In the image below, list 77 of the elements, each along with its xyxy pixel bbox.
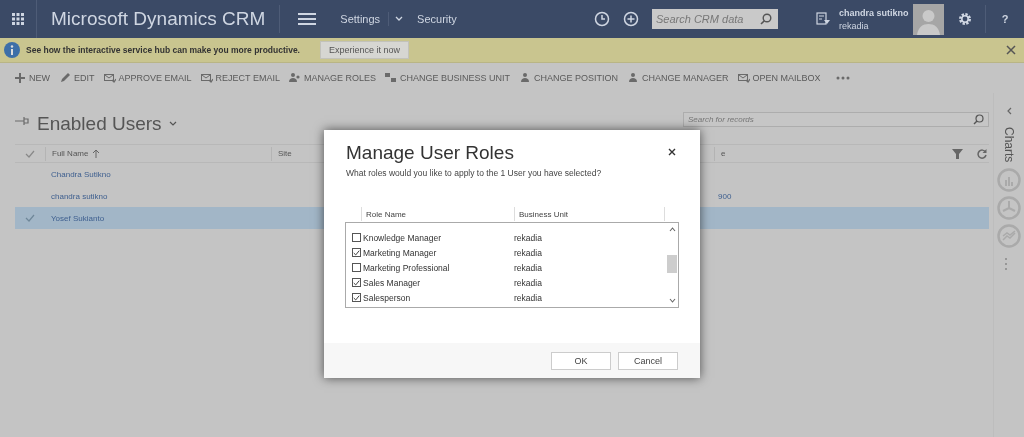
- command-button[interactable]: APPROVE EMAIL: [103, 72, 192, 84]
- business-unit-text: rekadia: [514, 262, 542, 273]
- business-unit-text: rekadia: [514, 247, 542, 258]
- column-header[interactable]: e: [714, 146, 751, 161]
- column-header[interactable]: Business Unit: [514, 207, 665, 221]
- command-button[interactable]: REJECT EMAIL: [200, 72, 280, 84]
- envelope-icon: [737, 72, 750, 84]
- pencil-icon: [59, 72, 71, 84]
- search-icon[interactable]: [973, 114, 984, 125]
- filter-list-icon[interactable]: [816, 12, 830, 26]
- sort-up-arrow-icon: [92, 149, 101, 158]
- command-button[interactable]: EDIT: [59, 72, 95, 84]
- person-icon: [627, 72, 639, 84]
- more-icon[interactable]: [835, 76, 850, 80]
- help-button[interactable]: ?: [986, 13, 1024, 25]
- clock-icon[interactable]: [594, 11, 610, 27]
- business-unit-text: rekadia: [514, 277, 542, 288]
- notification-message: See how the interactive service hub can make you more productive.: [26, 45, 300, 55]
- plus-icon: [14, 72, 26, 84]
- user-name-link[interactable]: Yosef Sukianto: [51, 213, 105, 223]
- command-button[interactable]: MANAGE ROLES: [288, 72, 376, 84]
- command-button[interactable]: NEW: [14, 72, 50, 84]
- view-selector[interactable]: Enabled Users: [37, 113, 177, 135]
- role-checkbox[interactable]: Sales Manager: [352, 277, 514, 288]
- envelope-icon: [200, 72, 213, 84]
- chevron-up-icon: [668, 227, 676, 232]
- business-unit-text: rekadia: [514, 232, 542, 243]
- pane-title: Charts: [1002, 127, 1016, 163]
- chevron-down-icon: [668, 298, 676, 303]
- organization-name: rekadia: [839, 20, 870, 31]
- search-icon[interactable]: [760, 13, 772, 25]
- command-button[interactable]: CHANGE BUSINESS UNIT: [384, 72, 510, 84]
- dialog-title: Manage User Roles: [346, 142, 514, 164]
- scrollbar-thumb[interactable]: [667, 255, 677, 273]
- command-button[interactable]: CHANGE POSITION: [518, 72, 618, 84]
- filter-icon[interactable]: [952, 148, 963, 159]
- user-name: chandra sutikno: [839, 7, 910, 18]
- people-icon: [288, 72, 301, 84]
- column-header[interactable]: Role Name: [361, 207, 514, 221]
- role-checkbox[interactable]: Knowledge Manager: [352, 232, 514, 243]
- role-checkbox[interactable]: Marketing Professional: [352, 262, 514, 273]
- checkmark-icon[interactable]: [25, 214, 35, 222]
- nav-link[interactable]: Settings: [340, 13, 381, 25]
- dialog-prompt: What roles would you like to apply to the 1 User you have selected?: [345, 167, 603, 178]
- grid-icon: [12, 13, 24, 25]
- search-field[interactable]: Search for records: [683, 112, 989, 127]
- refresh-icon[interactable]: [977, 148, 987, 159]
- business-unit-text: rekadia: [514, 292, 542, 303]
- envelope-icon: [103, 72, 116, 84]
- table-cell-link[interactable]: 900: [718, 191, 732, 201]
- role-checkbox[interactable]: Marketing Manager: [352, 247, 514, 258]
- chevron-down-icon[interactable]: [395, 16, 404, 22]
- user-name-link[interactable]: Chandra Sutikno: [51, 169, 111, 179]
- command-button[interactable]: OPEN MAILBOX: [737, 72, 821, 84]
- blocks-icon: [384, 72, 397, 84]
- info-icon: [4, 42, 20, 58]
- checkmark-icon[interactable]: [25, 149, 35, 158]
- command-button[interactable]: CHANGE MANAGER: [627, 72, 729, 84]
- app-title: Microsoft Dynamics CRM: [50, 8, 267, 30]
- checkmark-icon: [353, 248, 360, 257]
- dialog-button[interactable]: Cancel: [618, 351, 678, 370]
- nav-link[interactable]: Security: [417, 13, 457, 25]
- experience-button[interactable]: Experience it now: [320, 41, 410, 59]
- avatar-silhouette-icon[interactable]: [913, 3, 944, 35]
- chevron-down-icon: [168, 121, 177, 127]
- search-field[interactable]: Search CRM data: [652, 9, 778, 29]
- user-name-link[interactable]: chandra sutikno: [51, 191, 108, 201]
- close-icon[interactable]: [668, 148, 676, 156]
- chevron-left-icon[interactable]: [1006, 107, 1012, 115]
- person-icon: [518, 72, 531, 84]
- menu-icon[interactable]: [298, 12, 317, 26]
- dialog-button[interactable]: OK: [551, 351, 611, 370]
- role-checkbox[interactable]: Salesperson: [352, 292, 514, 303]
- pin-icon[interactable]: [15, 116, 29, 126]
- settings-icon[interactable]: [958, 12, 972, 26]
- column-header[interactable]: Full Name: [45, 146, 271, 161]
- plus-circle-icon[interactable]: [623, 11, 639, 27]
